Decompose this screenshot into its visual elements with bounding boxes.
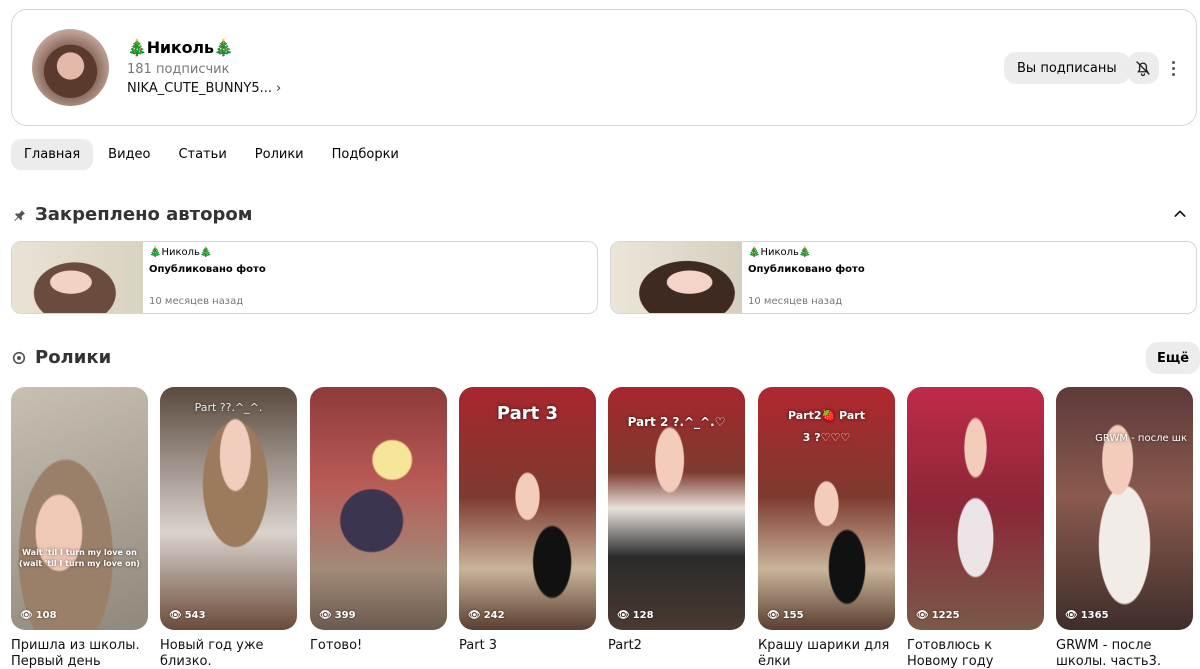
subscriber-count: 181 подписчик bbox=[127, 62, 230, 77]
reel-card[interactable]: Part2🍓 Part 3 ?♡♡♡ 👁 155 Крашу шарики для… bbox=[758, 387, 895, 669]
bell-off-icon bbox=[1136, 61, 1150, 77]
pinned-post-thumbnail bbox=[611, 242, 742, 313]
reel-card[interactable]: Part 3 👁 242 Part 3 bbox=[459, 387, 596, 669]
reel-overlay-text: Wait 'til I turn my love on (wait 'til I… bbox=[19, 548, 140, 568]
pinned-post-card[interactable]: 🎄Николь🎄 Опубликовано фото 10 месяцев на… bbox=[11, 241, 598, 314]
reel-overlay-text: GRWM - после шк bbox=[1095, 433, 1187, 444]
view-count: 👁 128 bbox=[617, 610, 654, 621]
notifications-button[interactable] bbox=[1127, 52, 1159, 84]
tab-reels[interactable]: Ролики bbox=[242, 139, 317, 170]
reel-title: Part 3 bbox=[459, 638, 498, 653]
more-reels-button[interactable]: Ещё bbox=[1146, 342, 1200, 374]
view-count: 👁 242 bbox=[468, 610, 505, 621]
reel-card[interactable]: Part ??.^_^. 👁 543 Новый год уже близко. … bbox=[160, 387, 297, 669]
reel-overlay-text: Part ??.^_^. bbox=[194, 401, 263, 414]
eye-icon: 👁 bbox=[617, 610, 630, 621]
reel-card[interactable]: Wait 'til I turn my love on (wait 'til I… bbox=[11, 387, 148, 669]
reel-thumbnail: Wait 'til I turn my love on (wait 'til I… bbox=[11, 387, 148, 630]
channel-name[interactable]: 🎄Николь🎄 bbox=[127, 38, 234, 57]
eye-icon: 👁 bbox=[169, 610, 182, 621]
view-count: 👁 108 bbox=[20, 610, 57, 621]
reel-title: Новый год уже близко. Последние... bbox=[160, 638, 264, 669]
reel-title: GRWM - после школы. часть3. bbox=[1056, 638, 1161, 669]
channel-handle-link[interactable]: NIKA_CUTE_BUNNY5... › bbox=[127, 81, 281, 96]
more-options-icon[interactable] bbox=[1167, 55, 1179, 81]
pinned-heading-text: Закреплено автором bbox=[35, 204, 253, 225]
eye-icon: 👁 bbox=[20, 610, 33, 621]
view-count: 👁 543 bbox=[169, 610, 206, 621]
reel-title: Готово! bbox=[310, 638, 363, 653]
channel-header-card: 🎄Николь🎄 181 подписчик NIKA_CUTE_BUNNY5.… bbox=[11, 9, 1197, 126]
reel-overlay-text: Part2🍓 Part 3 ?♡♡♡ bbox=[788, 409, 865, 444]
pinned-post-date: 10 месяцев назад bbox=[748, 296, 843, 307]
avatar[interactable] bbox=[32, 29, 109, 106]
reel-thumbnail: Part 3 👁 242 bbox=[459, 387, 596, 630]
pin-icon bbox=[14, 208, 25, 221]
tab-videos[interactable]: Видео bbox=[95, 139, 163, 170]
channel-tabs: Главная Видео Статьи Ролики Подборки bbox=[11, 139, 412, 170]
eye-icon: 👁 bbox=[1065, 610, 1078, 621]
eye-icon: 👁 bbox=[319, 610, 332, 621]
reels-heading-text: Ролики bbox=[35, 347, 112, 368]
reel-thumbnail: GRWM - после шк 👁 1365 bbox=[1056, 387, 1193, 630]
reel-thumbnail: 👁 399 bbox=[310, 387, 447, 630]
chevron-right-icon: › bbox=[276, 81, 282, 96]
tab-collections[interactable]: Подборки bbox=[319, 139, 412, 170]
reel-card[interactable]: 👁 399 Готово! bbox=[310, 387, 447, 669]
reel-title: Готовлюсь к Новому году bbox=[907, 638, 994, 669]
tab-articles[interactable]: Статьи bbox=[165, 139, 239, 170]
eye-icon: 👁 bbox=[767, 610, 780, 621]
reel-overlay-text: Part 3 bbox=[496, 403, 559, 424]
pinned-post-title: 🎄Николь🎄 bbox=[149, 247, 213, 258]
reel-card[interactable]: Part 2 ?.^_^.♡ 👁 128 Part2 bbox=[608, 387, 745, 669]
reels-icon bbox=[12, 351, 26, 364]
view-count: 👁 1365 bbox=[1065, 610, 1109, 621]
reel-thumbnail: 👁 1225 bbox=[907, 387, 1044, 630]
reel-thumbnail: Part 2 ?.^_^.♡ 👁 128 bbox=[608, 387, 745, 630]
tab-main[interactable]: Главная bbox=[11, 139, 94, 170]
reel-thumbnail: Part ??.^_^. 👁 543 bbox=[160, 387, 297, 630]
chevron-up-icon[interactable] bbox=[1172, 206, 1188, 222]
pinned-post-date: 10 месяцев назад bbox=[149, 296, 244, 307]
reel-title: Крашу шарики для ёлки bbox=[758, 638, 890, 669]
reel-title: Пришла из школы. Первый день после... bbox=[11, 638, 140, 669]
view-count: 👁 399 bbox=[319, 610, 356, 621]
subscribed-button[interactable]: Вы подписаны bbox=[1004, 52, 1130, 84]
view-count: 👁 155 bbox=[767, 610, 804, 621]
channel-handle: NIKA_CUTE_BUNNY5... bbox=[127, 81, 272, 96]
reel-card[interactable]: 👁 1225 Готовлюсь к Новому году bbox=[907, 387, 1044, 669]
reel-thumbnail: Part2🍓 Part 3 ?♡♡♡ 👁 155 bbox=[758, 387, 895, 630]
eye-icon: 👁 bbox=[916, 610, 929, 621]
reel-card[interactable]: GRWM - после шк 👁 1365 GRWM - после школы… bbox=[1056, 387, 1193, 669]
view-count: 👁 1225 bbox=[916, 610, 960, 621]
reel-overlay-text: Part 2 ?.^_^.♡ bbox=[627, 415, 726, 429]
pinned-section-heading: Закреплено автором bbox=[11, 204, 252, 225]
pinned-post-card[interactable]: 🎄Николь🎄 Опубликовано фото 10 месяцев на… bbox=[610, 241, 1197, 314]
pinned-post-description: Опубликовано фото bbox=[748, 264, 865, 275]
pinned-post-thumbnail bbox=[12, 242, 143, 313]
eye-icon: 👁 bbox=[468, 610, 481, 621]
reels-section-heading: Ролики bbox=[11, 347, 111, 368]
pinned-post-description: Опубликовано фото bbox=[149, 264, 266, 275]
reel-title: Part2 bbox=[608, 638, 642, 653]
pinned-post-title: 🎄Николь🎄 bbox=[748, 247, 812, 258]
